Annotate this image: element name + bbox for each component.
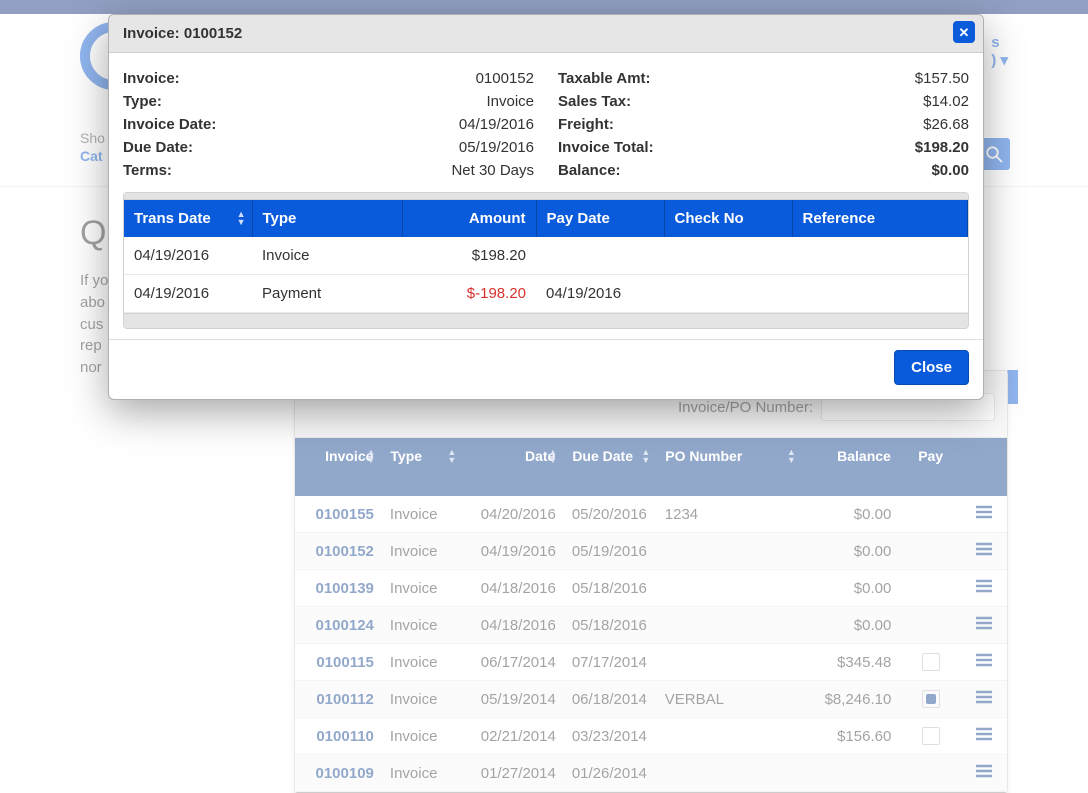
detail-value: $26.68 [758, 113, 970, 136]
detail-value: 05/19/2016 [335, 136, 547, 159]
cell-amount: $198.20 [402, 237, 536, 275]
detail-value: $14.02 [758, 90, 970, 113]
close-icon: ✕ [959, 26, 970, 39]
cell-trans-date: 04/19/2016 [124, 275, 252, 313]
close-button[interactable]: Close [894, 350, 969, 385]
cell-amount: $-198.20 [402, 275, 536, 313]
cell-check-no [664, 275, 792, 313]
detail-label: Freight: [546, 113, 758, 136]
detail-value: $157.50 [758, 67, 970, 90]
transactions-table-wrap: Trans Date▲▼ Type Amount Pay Date Check … [123, 192, 969, 329]
col-check-no[interactable]: Check No [664, 200, 792, 237]
detail-label: Balance: [546, 159, 758, 182]
detail-label: Invoice: [123, 67, 335, 90]
modal-title-bar: Invoice: 0100152 ✕ [109, 15, 983, 53]
col-trans-date[interactable]: Trans Date▲▼ [124, 200, 252, 237]
col-trans-type[interactable]: Type [252, 200, 402, 237]
col-reference[interactable]: Reference [792, 200, 968, 237]
detail-value: $198.20 [758, 136, 970, 159]
transaction-row: 04/19/2016Payment$-198.2004/19/2016 [124, 275, 968, 313]
sort-icon: ▲▼ [237, 210, 246, 226]
invoice-detail-modal: Invoice: 0100152 ✕ Invoice:0100152Type:I… [108, 14, 984, 400]
cell-pay-date: 04/19/2016 [536, 275, 664, 313]
col-pay-date[interactable]: Pay Date [536, 200, 664, 237]
detail-label: Sales Tax: [546, 90, 758, 113]
cell-reference [792, 275, 968, 313]
detail-label: Type: [123, 90, 335, 113]
detail-value: 0100152 [335, 67, 547, 90]
detail-label: Due Date: [123, 136, 335, 159]
cell-trans-type: Invoice [252, 237, 402, 275]
detail-label: Taxable Amt: [546, 67, 758, 90]
modal-title-text: Invoice: 0100152 [123, 25, 242, 42]
cell-pay-date [536, 237, 664, 275]
detail-value: Net 30 Days [335, 159, 547, 182]
detail-label: Invoice Date: [123, 113, 335, 136]
detail-label: Terms: [123, 159, 335, 182]
detail-label: Invoice Total: [546, 136, 758, 159]
modal-close-x-button[interactable]: ✕ [953, 21, 975, 43]
detail-value: $0.00 [758, 159, 970, 182]
transaction-row: 04/19/2016Invoice$198.20 [124, 237, 968, 275]
cell-reference [792, 237, 968, 275]
detail-value: 04/19/2016 [335, 113, 547, 136]
cell-trans-type: Payment [252, 275, 402, 313]
detail-value: Invoice [335, 90, 547, 113]
col-trans-amount[interactable]: Amount [402, 200, 536, 237]
cell-trans-date: 04/19/2016 [124, 237, 252, 275]
cell-check-no [664, 237, 792, 275]
